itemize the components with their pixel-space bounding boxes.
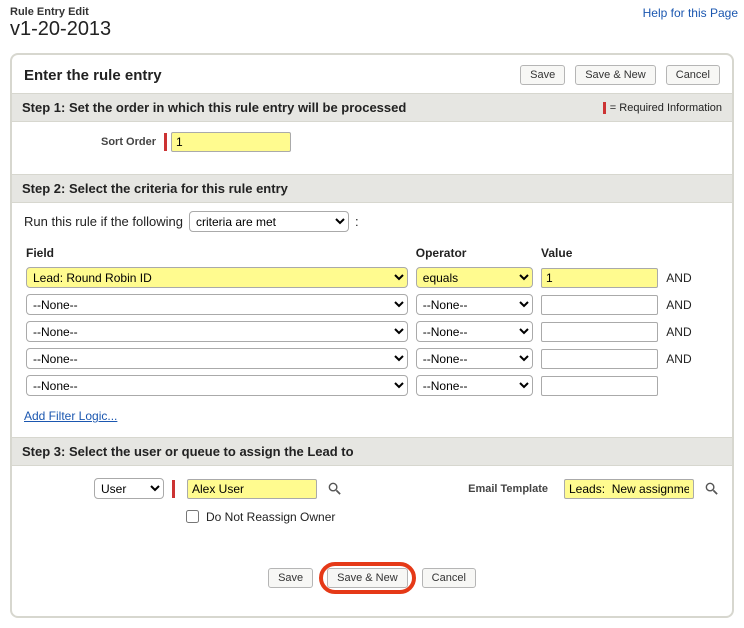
required-marker-icon (164, 133, 167, 151)
save-button[interactable]: Save (520, 65, 565, 85)
panel-header: Enter the rule entry Save Save & New Can… (12, 55, 732, 93)
criteria-field-select[interactable]: --None-- (26, 321, 408, 342)
criteria-operator-select[interactable]: --None-- (416, 294, 533, 315)
step2-body: Run this rule if the following criteria … (12, 203, 732, 437)
email-template-label: Email Template (468, 483, 556, 495)
save-and-new-button[interactable]: Save & New (575, 65, 656, 85)
and-label: AND (664, 264, 720, 291)
criteria-mode-select[interactable]: criteria are met (189, 211, 349, 232)
required-info: = Required Information (603, 102, 722, 114)
criteria-row: --None-- --None-- AND (24, 318, 720, 345)
rule-entry-panel: Enter the rule entry Save Save & New Can… (10, 53, 734, 618)
criteria-operator-select[interactable]: --None-- (416, 348, 533, 369)
col-header-value: Value (539, 242, 664, 264)
required-info-text: = Required Information (610, 102, 722, 114)
criteria-row: --None-- --None-- AND (24, 345, 720, 372)
page-title: v1-20-2013 (10, 18, 734, 41)
add-filter-logic-link[interactable]: Add Filter Logic... (24, 409, 117, 423)
email-template-input[interactable] (564, 479, 694, 499)
assign-row: User Email Template (12, 466, 732, 505)
do-not-reassign-row: Do Not Reassign Owner (12, 505, 732, 544)
required-marker-icon (603, 102, 606, 114)
assignee-name-input[interactable] (187, 479, 317, 499)
criteria-mode-line: Run this rule if the following criteria … (24, 211, 720, 232)
highlight-ring: Save & New (319, 562, 416, 594)
criteria-value-input[interactable] (541, 376, 658, 396)
enter-rule-title: Enter the rule entry (24, 67, 162, 84)
criteria-operator-select[interactable]: --None-- (416, 321, 533, 342)
cancel-button[interactable]: Cancel (422, 568, 476, 588)
lookup-icon[interactable] (325, 481, 343, 497)
col-header-operator: Operator (414, 242, 539, 264)
criteria-field-select[interactable]: --None-- (26, 348, 408, 369)
and-label: AND (664, 291, 720, 318)
criteria-table: Field Operator Value Lead: Round Robin I… (24, 242, 720, 399)
criteria-value-input[interactable] (541, 322, 658, 342)
step2-bar: Step 2: Select the criteria for this rul… (12, 174, 732, 203)
criteria-value-input[interactable] (541, 268, 658, 288)
criteria-operator-select[interactable]: equals (416, 267, 533, 288)
colon-text: : (355, 214, 359, 229)
sort-order-input[interactable] (171, 132, 291, 152)
criteria-field-select[interactable]: --None-- (26, 294, 408, 315)
step2-title: Step 2: Select the criteria for this rul… (22, 181, 288, 196)
and-label (664, 372, 720, 399)
help-link[interactable]: Help for this Page (643, 6, 738, 20)
sort-order-row: Sort Order (12, 122, 732, 174)
run-rule-prefix: Run this rule if the following (24, 214, 183, 229)
criteria-field-select[interactable]: --None-- (26, 375, 408, 396)
page-subtitle: Rule Entry Edit (10, 6, 734, 18)
page-header: Rule Entry Edit v1-20-2013 Help for this… (0, 0, 744, 43)
and-label: AND (664, 345, 720, 372)
criteria-operator-select[interactable]: --None-- (416, 375, 533, 396)
col-header-field: Field (24, 242, 414, 264)
sort-order-label: Sort Order (24, 136, 164, 148)
criteria-row: --None-- --None-- (24, 372, 720, 399)
and-label: AND (664, 318, 720, 345)
lookup-icon[interactable] (702, 481, 720, 497)
criteria-field-select[interactable]: Lead: Round Robin ID (26, 267, 408, 288)
save-button[interactable]: Save (268, 568, 313, 588)
do-not-reassign-checkbox[interactable] (186, 510, 199, 523)
required-marker-icon (172, 480, 175, 498)
criteria-value-input[interactable] (541, 295, 658, 315)
step3-bar: Step 3: Select the user or queue to assi… (12, 437, 732, 466)
step1-title: Step 1: Set the order in which this rule… (22, 100, 406, 115)
step1-bar: Step 1: Set the order in which this rule… (12, 93, 732, 122)
do-not-reassign-label: Do Not Reassign Owner (206, 510, 335, 524)
criteria-row: Lead: Round Robin ID equals AND (24, 264, 720, 291)
step3-title: Step 3: Select the user or queue to assi… (22, 444, 354, 459)
cancel-button[interactable]: Cancel (666, 65, 720, 85)
assignee-type-select[interactable]: User (94, 478, 164, 499)
criteria-value-input[interactable] (541, 349, 658, 369)
save-and-new-button[interactable]: Save & New (327, 568, 408, 588)
bottom-buttons: Save Save & New Cancel (12, 544, 732, 616)
criteria-row: --None-- --None-- AND (24, 291, 720, 318)
